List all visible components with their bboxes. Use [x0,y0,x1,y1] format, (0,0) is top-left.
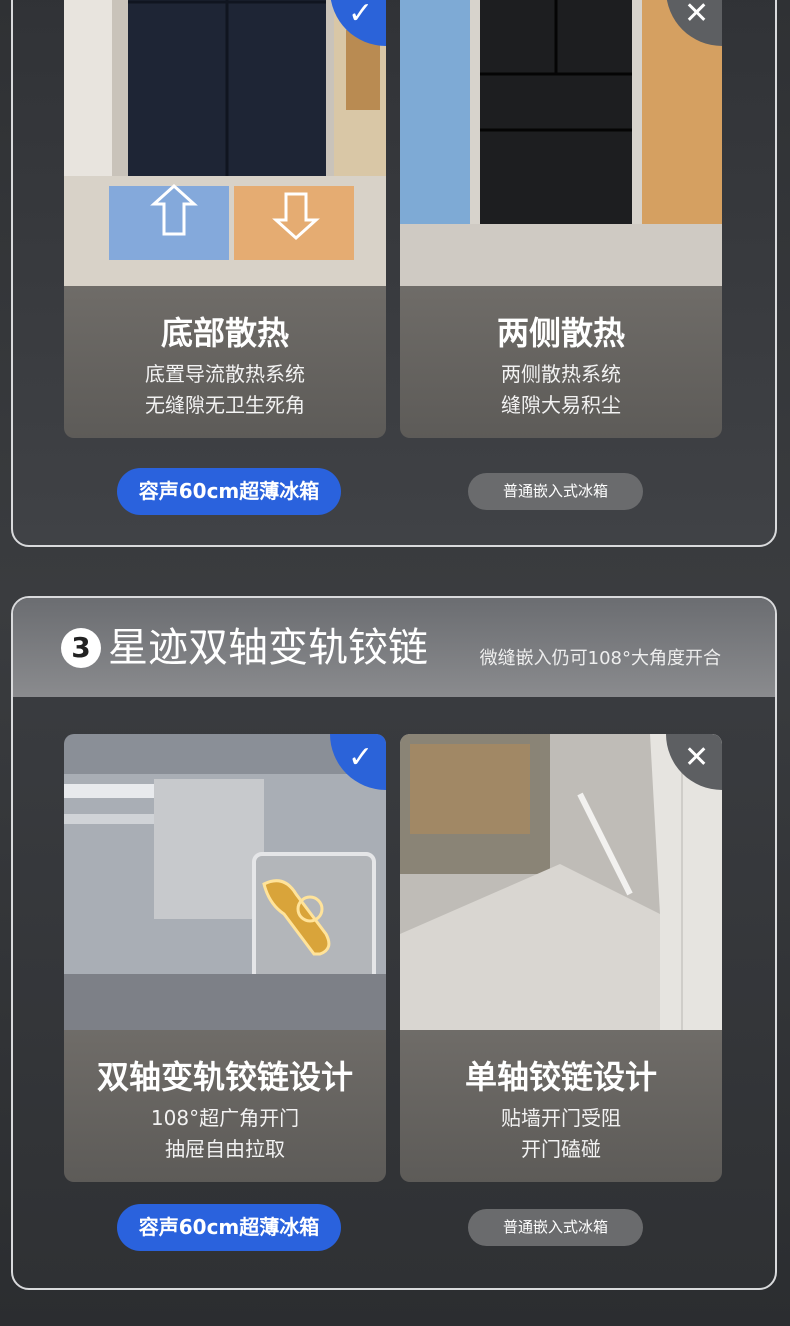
card-desc-line2: 缝隙大易积尘 [501,393,621,417]
section-subtitle: 微缝嵌入仍可108°大角度开合 [479,648,721,669]
close-icon: ✕ [684,0,710,31]
card-title: 底部散热 [160,314,289,352]
section-number-badge: 3 [61,628,101,668]
card-desc-line1: 108°超广角开门 [150,1106,300,1130]
fridge-side-vent-photo [400,0,722,287]
heat-dissipation-section: 底部散热 底置导流散热系统 无缝隙无卫生死角 ✓ 两侧散热 两侧散热系统 缝隙大… [11,0,777,547]
section-header: 3 星迹双轴变轨铰链 微缝嵌入仍可108°大角度开合 [13,598,775,697]
card-desc-line1: 两侧散热系统 [501,362,621,386]
ordinary-product-pill: 普通嵌入式冰箱 [468,1209,643,1246]
check-icon: ✓ [348,740,374,775]
card-caption: 两侧散热 两侧散热系统 缝隙大易积尘 [400,286,722,438]
fridge-bottom-vent-photo [64,0,386,287]
card-desc-line1: 底置导流散热系统 [145,362,305,386]
card-title: 两侧散热 [496,314,625,352]
card-caption: 单轴铰链设计 贴墙开门受阻 开门磕碰 [400,1030,722,1182]
single-hinge-photo [400,734,722,1031]
card-desc-line2: 开门磕碰 [521,1137,601,1161]
card-desc-line2: 无缝隙无卫生死角 [145,393,305,417]
card-caption: 双轴变轨铰链设计 108°超广角开门 抽屉自由拉取 [64,1030,386,1182]
card-title: 双轴变轨铰链设计 [96,1058,353,1096]
card-desc-line2: 抽屉自由拉取 [165,1137,285,1161]
ordinary-product-pill: 普通嵌入式冰箱 [468,473,643,510]
check-icon: ✓ [348,0,374,31]
card-bottom-heat: 底部散热 底置导流散热系统 无缝隙无卫生死角 ✓ [64,0,386,438]
hinge-section: 3 星迹双轴变轨铰链 微缝嵌入仍可108°大角度开合 双轴变轨铰链设计 108°… [11,596,777,1290]
card-side-heat: 两侧散热 两侧散热系统 缝隙大易积尘 ✕ [400,0,722,438]
card-title: 单轴铰链设计 [464,1058,657,1096]
section-title: 星迹双轴变轨铰链 [108,625,428,671]
card-dual-axis-hinge: 双轴变轨铰链设计 108°超广角开门 抽屉自由拉取 ✓ [64,734,386,1182]
card-single-axis-hinge: 单轴铰链设计 贴墙开门受阻 开门磕碰 ✕ [400,734,722,1182]
close-icon: ✕ [684,740,710,775]
our-product-pill: 容声60cm超薄冰箱 [117,1204,341,1251]
dual-hinge-photo [64,734,386,1031]
card-caption: 底部散热 底置导流散热系统 无缝隙无卫生死角 [64,286,386,438]
card-desc-line1: 贴墙开门受阻 [501,1106,621,1130]
our-product-pill: 容声60cm超薄冰箱 [117,468,341,515]
